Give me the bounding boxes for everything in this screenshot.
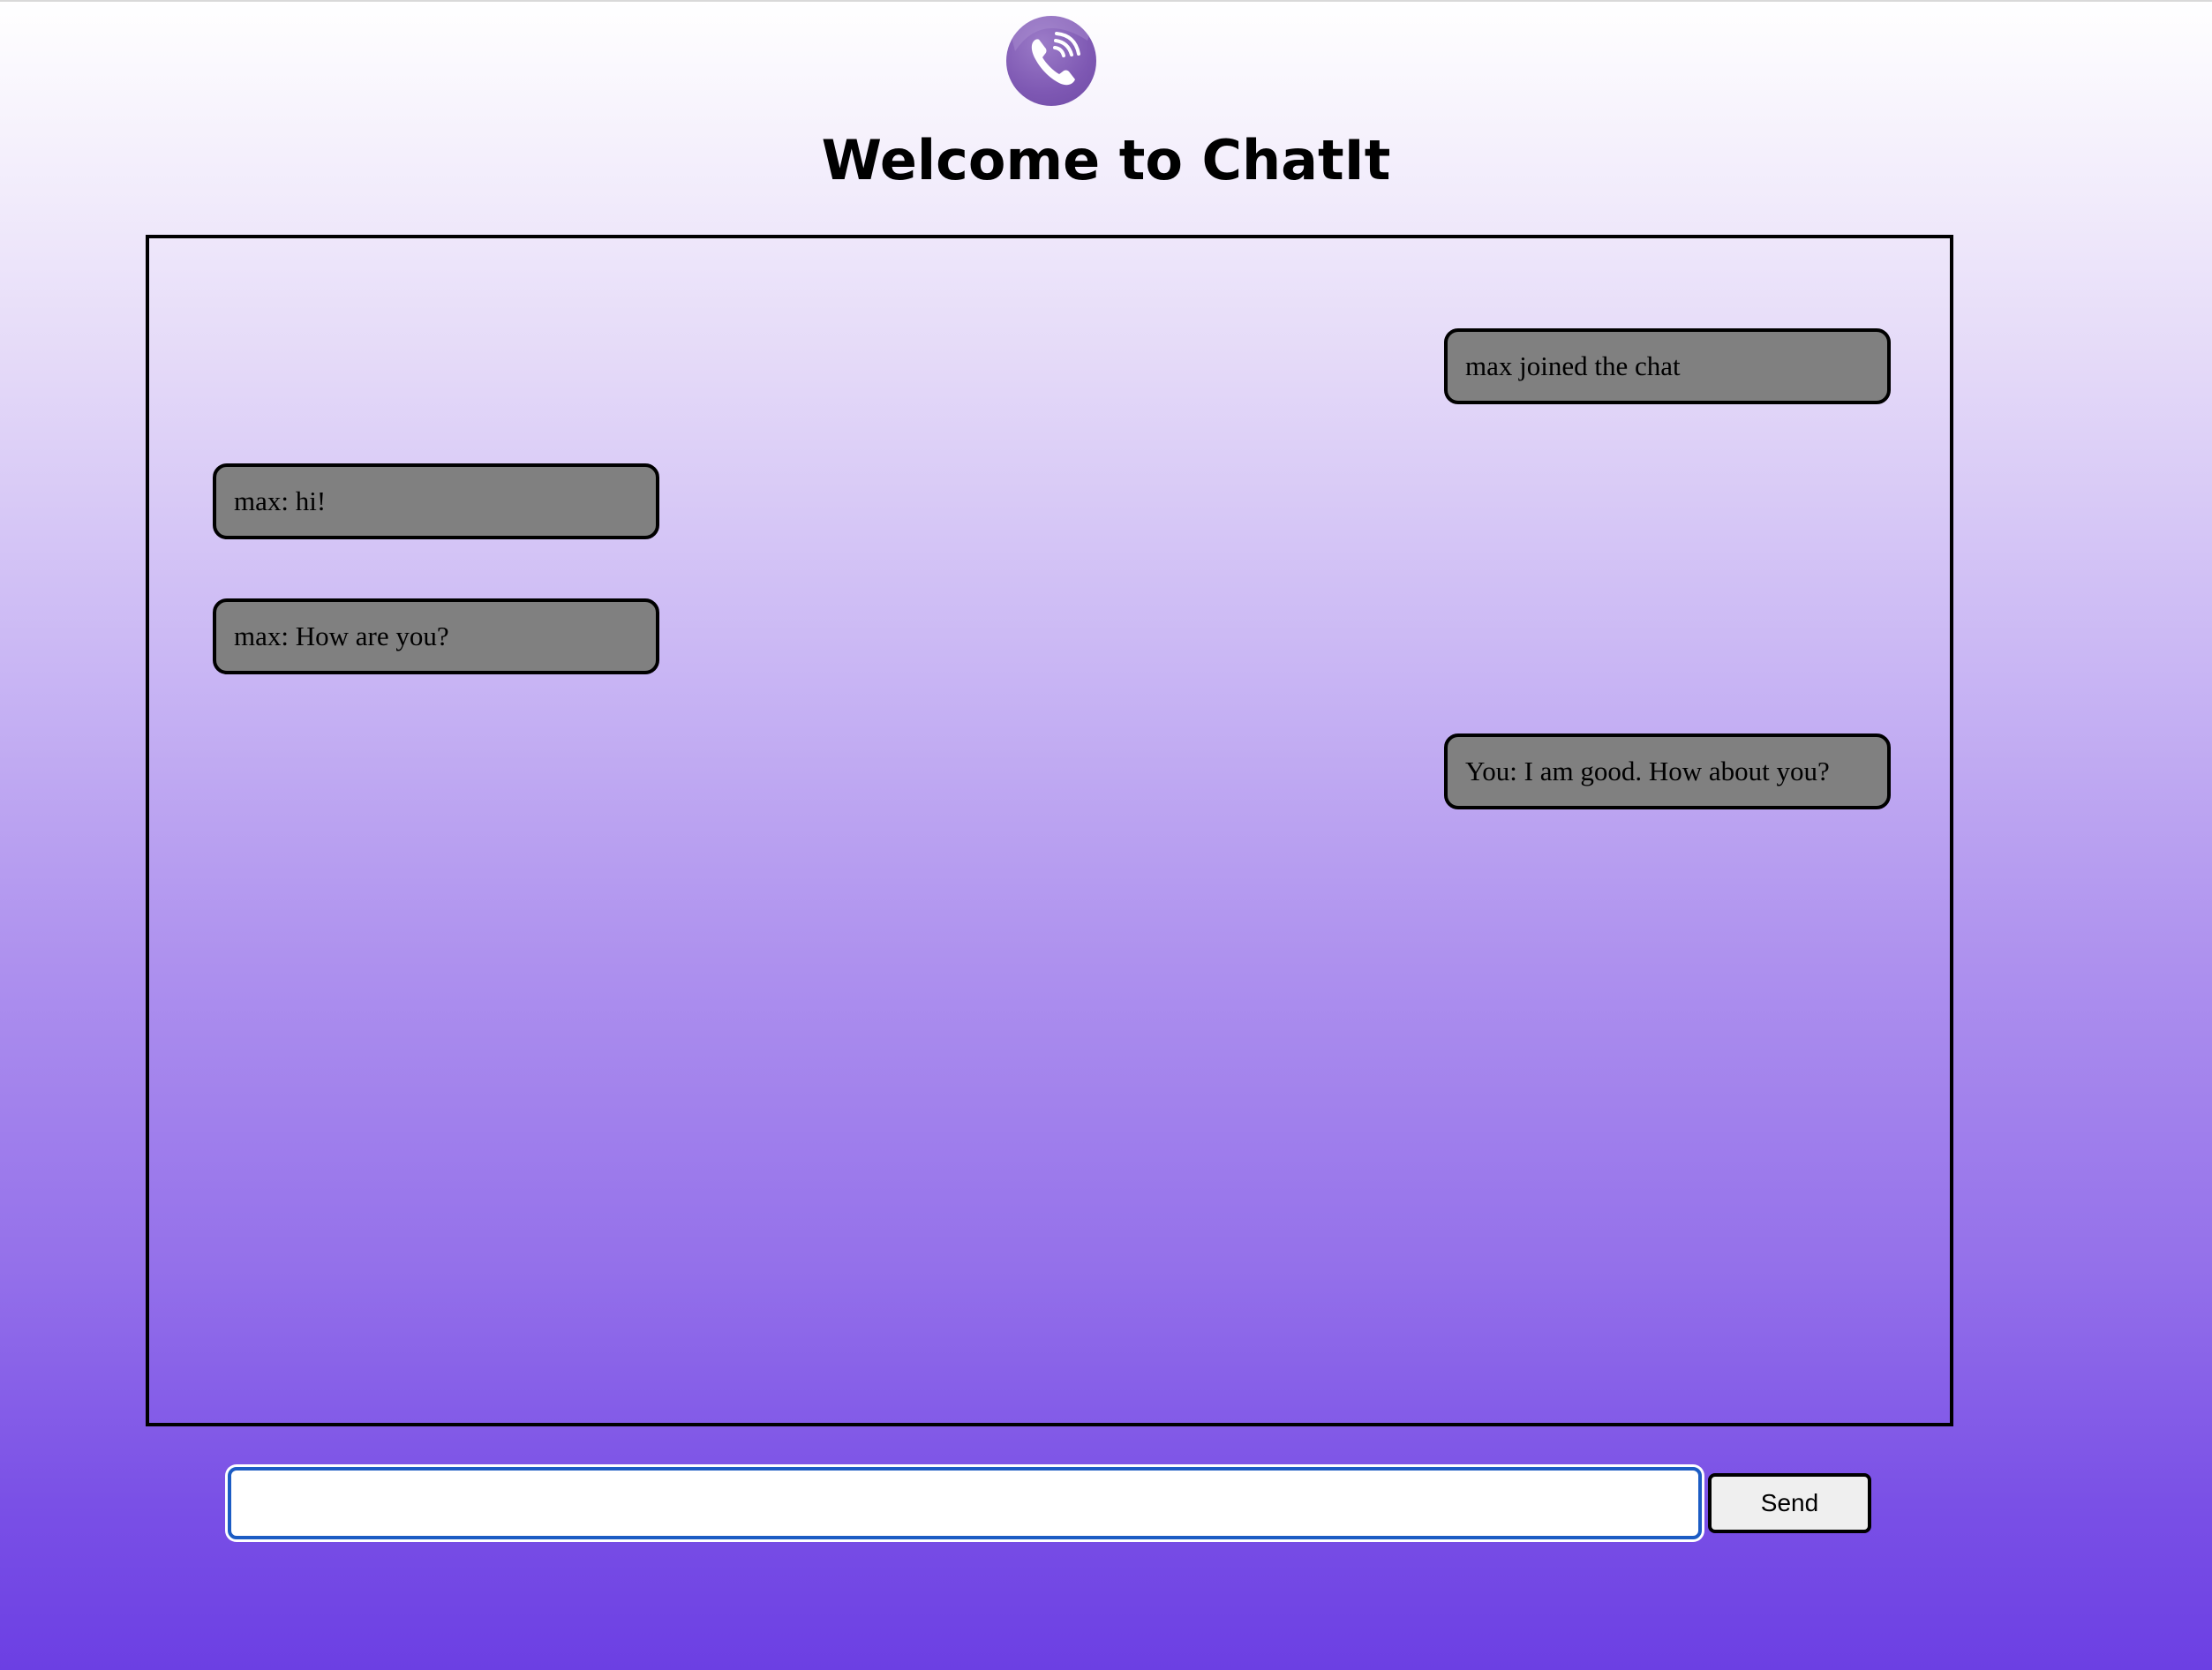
message-input[interactable] (228, 1467, 1702, 1539)
message-bubble: max: hi! (213, 463, 659, 539)
message-bubble: max: How are you? (213, 598, 659, 674)
message-bubble: You: I am good. How about you? (1444, 733, 1891, 809)
phone-signal-icon (1006, 16, 1096, 86)
chat-messages-panel[interactable]: max joined the chat max: hi! max: How ar… (146, 235, 1953, 1426)
page-title: Welcome to ChatIt (821, 128, 1391, 192)
send-button[interactable]: Send (1708, 1473, 1871, 1533)
logo (1006, 16, 1096, 106)
message-bubble: max joined the chat (1444, 328, 1891, 404)
